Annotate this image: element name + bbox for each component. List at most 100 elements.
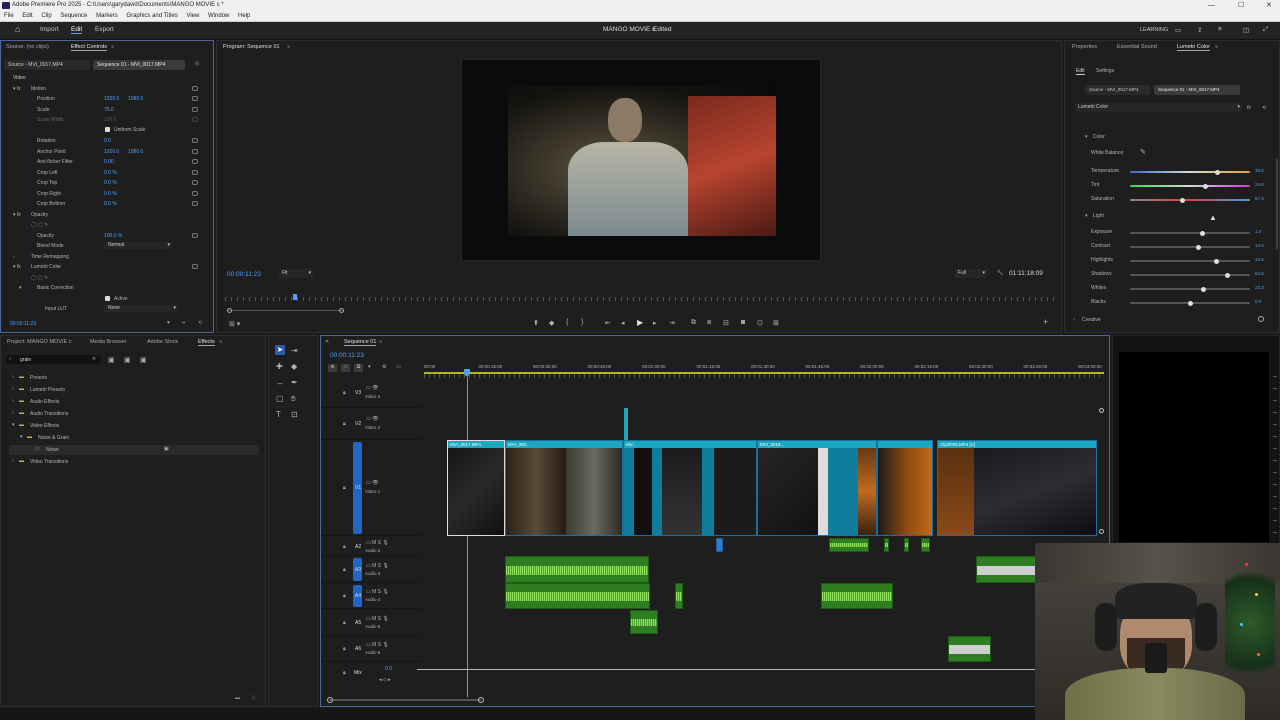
zoom-fit-dropdown[interactable]: Fit ▾ (279, 269, 313, 278)
sequence-clip-tab[interactable]: Sequence 01 - MVI_0017.MP4 (93, 60, 185, 70)
track-id[interactable]: A5 (355, 620, 361, 626)
creative-section-label[interactable]: Creative (1082, 317, 1101, 323)
tree-chevron-icon[interactable]: › (12, 410, 14, 416)
exposure-slider[interactable] (1130, 232, 1250, 234)
track-audio-controls[interactable]: ▭ M S 🎙︎ (366, 540, 389, 546)
go-to-out-icon[interactable]: ⇥ (669, 319, 675, 327)
reset-lumetri-icon[interactable] (192, 264, 198, 269)
type-tool-icon[interactable]: T (276, 410, 281, 419)
tree-chevron-icon[interactable]: ▾ (12, 422, 15, 428)
menu-view[interactable]: View (186, 13, 199, 19)
track-id[interactable]: A3 (355, 567, 361, 573)
saturation-slider[interactable] (1130, 199, 1250, 201)
audio-clip-a5-1[interactable] (630, 610, 658, 634)
zoom-handle-right[interactable] (339, 308, 344, 313)
hand-tool-icon[interactable]: ✋︎ (291, 394, 296, 404)
track-id[interactable]: A2 (355, 544, 361, 550)
creative-toggle-icon[interactable] (1258, 316, 1264, 322)
reset-scale-icon[interactable] (192, 107, 198, 112)
effects-tree-item[interactable]: › ▬ Video Transitions (9, 457, 259, 467)
color-chevron-icon[interactable]: ▾ (1085, 134, 1088, 140)
menu-lines-icon[interactable]: ≡ (1218, 26, 1222, 33)
effects-search-input[interactable]: ⌕ grain ✕ (6, 355, 101, 364)
clip-mvi-000[interactable]: MVI_000... (505, 440, 623, 536)
snap-icon[interactable]: ∩ (341, 364, 350, 372)
selection-tool-icon[interactable]: ➤ (275, 345, 285, 355)
saturation-slider-knob[interactable] (1180, 197, 1186, 203)
tab-media-browser[interactable]: Media Browser (90, 339, 127, 345)
import-tab[interactable]: Import (40, 26, 58, 33)
mix-value[interactable]: 0.0 (385, 666, 392, 672)
tint-value[interactable]: 24.0 (1255, 182, 1264, 187)
resolution-dropdown[interactable]: Full ▾ (955, 269, 987, 278)
ec-options-icon[interactable]: ⊟ (195, 61, 199, 67)
comparison-icon[interactable]: ⊠ (773, 319, 779, 327)
temperature-slider[interactable] (1130, 171, 1250, 173)
reset-anchor-icon[interactable] (192, 149, 198, 154)
add-button-icon[interactable]: + (1043, 317, 1048, 327)
saturation-value[interactable]: 87.6 (1255, 196, 1264, 201)
effects-tree-item[interactable]: › ▬ Presets (9, 373, 259, 383)
whites-slider-knob[interactable] (1200, 286, 1206, 292)
video-scroll-handle-bottom[interactable] (1099, 529, 1104, 534)
menu-file[interactable]: File (4, 13, 14, 19)
lock-icon[interactable]: 🔒︎ (343, 390, 346, 396)
ripple-tool-icon[interactable]: ✚ (276, 362, 283, 371)
trim-icon[interactable]: ⊟ (723, 319, 729, 327)
caption-tool-icon[interactable]: ⊡ (291, 410, 298, 419)
timeline-playhead-line[interactable] (466, 377, 468, 697)
blacks-slider-knob[interactable] (1187, 300, 1193, 306)
program-zoom-bar[interactable] (227, 310, 343, 311)
close-icon[interactable]: ✕ (1266, 0, 1272, 11)
highlights-slider-knob[interactable] (1213, 258, 1219, 264)
timeline-horizontal-scroll[interactable] (329, 699, 481, 701)
mark-in-icon[interactable]: { (566, 319, 568, 326)
tab-source[interactable]: Source: (no clips) (6, 44, 49, 50)
whites-value[interactable]: 22.3 (1255, 285, 1264, 290)
position-y[interactable]: 1080.0 (128, 96, 143, 102)
captions-icon[interactable]: ▭ (396, 364, 401, 370)
position-x[interactable]: 1920.0 (104, 96, 119, 102)
video-scroll-handle-top[interactable] (1099, 408, 1104, 413)
tab-effects[interactable]: Effects (198, 339, 215, 346)
reset-crop-right-icon[interactable] (192, 191, 198, 196)
settings-icon[interactable]: ⊞ ▾ (229, 320, 240, 328)
lumetri-mask-icons[interactable]: ◯ ▢ ✎ (31, 275, 48, 281)
tree-chevron-icon[interactable]: ▾ (20, 434, 23, 440)
time-remap-chevron-icon[interactable]: › (13, 254, 15, 260)
audio-clip-a4-1[interactable] (505, 583, 650, 609)
program-ruler[interactable] (225, 297, 1055, 301)
tab-program[interactable]: Program: Sequence 01 (223, 44, 280, 50)
uniform-scale-checkbox[interactable] (105, 127, 110, 132)
workspace-icon[interactable]: ▭ (1175, 26, 1181, 34)
color-section-label[interactable]: Color (1093, 134, 1105, 140)
scale-value[interactable]: 75.0 (104, 107, 114, 113)
tab-adobe-stock[interactable]: Adobe Stock (147, 339, 178, 345)
antiflicker-value[interactable]: 0.00 (104, 159, 114, 165)
razor-tool-icon[interactable]: ◆ (291, 362, 297, 371)
lumetri-fx-toggle-icon[interactable]: fx (1247, 105, 1251, 111)
lock-icon[interactable]: 🔒︎ (343, 567, 346, 573)
subtab-settings[interactable]: Settings (1096, 68, 1114, 74)
tint-slider[interactable] (1130, 185, 1250, 187)
tree-chevron-icon[interactable]: › (12, 374, 14, 380)
lumetri-scrollbar[interactable] (1276, 159, 1278, 249)
tab-properties[interactable]: Properties (1072, 44, 1097, 50)
lock-icon[interactable]: 🔒︎ (343, 421, 346, 427)
audio-clip-a3-2[interactable] (976, 556, 1036, 583)
input-lut-dropdown[interactable]: None ▾ (104, 305, 178, 312)
export-icon[interactable]: ⇥ (181, 320, 185, 326)
opacity-value[interactable]: 100.0 % (104, 233, 122, 239)
track-audio-controls[interactable]: ▭ M S 🎙︎ (366, 642, 389, 648)
share-icon[interactable]: ⇪ (1197, 26, 1202, 34)
linked-selection-icon[interactable]: ⧉ (354, 364, 363, 372)
mix-keyframe-icons[interactable]: ◂ ◇ ▸ (379, 677, 391, 683)
lock-icon[interactable]: 🔒︎ (343, 485, 346, 491)
play-icon[interactable]: ▶ (637, 318, 643, 327)
clip-mv[interactable]: MV... (623, 440, 757, 536)
exposure-value[interactable]: 1.0 (1255, 229, 1261, 234)
track-select-tool-icon[interactable]: ⇥ (291, 346, 298, 355)
effects-tree-item[interactable]: ▾ ▬ Noise & Grain (9, 433, 259, 443)
highlights-slider[interactable] (1130, 260, 1250, 262)
audio-clip-a2-3[interactable] (884, 538, 889, 552)
